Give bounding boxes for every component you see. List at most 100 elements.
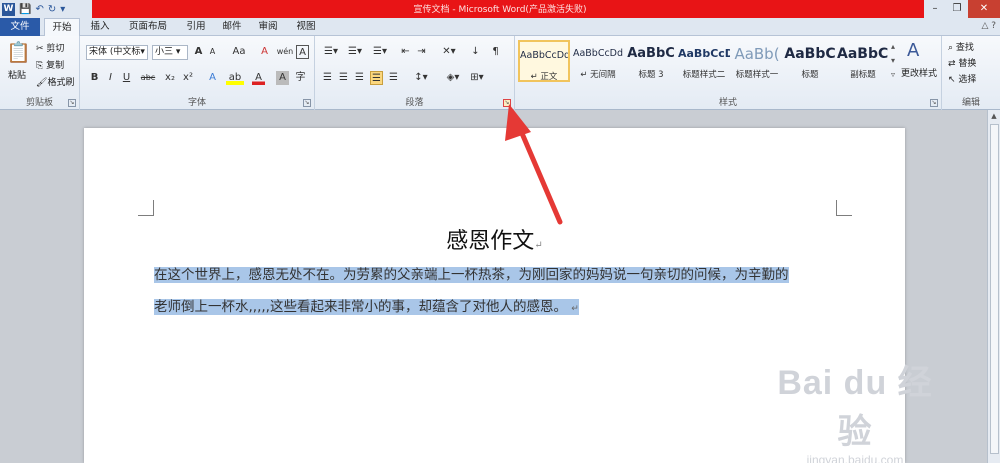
- minimize-icon[interactable]: –: [924, 0, 946, 18]
- line-spacing-icon[interactable]: ↕▾: [411, 71, 431, 85]
- highlight-button[interactable]: ab: [226, 71, 244, 85]
- char-shading-button[interactable]: A: [276, 71, 289, 85]
- style-subtitle[interactable]: AaBbC( 副标题: [837, 40, 889, 82]
- bold-button[interactable]: B: [88, 71, 101, 85]
- change-styles-button[interactable]: 更改样式: [901, 66, 937, 79]
- close-icon[interactable]: ✕: [968, 0, 1000, 18]
- increase-indent-icon[interactable]: ⇥: [415, 45, 428, 59]
- replace-icon: ⇄: [948, 59, 959, 69]
- style-title[interactable]: AaBbC 标题: [784, 40, 836, 82]
- gallery-scroll-icon[interactable]: ▴ ▾ ▿: [891, 40, 901, 82]
- format-painter-button[interactable]: 🖌格式刷: [36, 75, 74, 88]
- select-button[interactable]: ↖ 选择: [948, 72, 976, 85]
- body-paragraph-line[interactable]: 在这个世界上，感恩无处不在。为劳累的父亲端上一杯热茶，为刚回家的妈妈说一句亲切的…: [154, 266, 836, 284]
- paste-button[interactable]: 粘贴: [8, 68, 26, 81]
- replace-button[interactable]: ⇄ 替换: [948, 56, 976, 69]
- superscript-button[interactable]: x²: [180, 71, 196, 85]
- style-preview: AaBbCcDd: [520, 50, 568, 61]
- grow-font-button[interactable]: A: [192, 45, 205, 59]
- help-icon[interactable]: △ ?: [981, 21, 996, 31]
- align-center-icon[interactable]: ☰: [337, 71, 350, 85]
- scrollbar-thumb[interactable]: [990, 124, 999, 454]
- style-heading-style-2[interactable]: AaBbCcD 标题样式二: [678, 40, 730, 82]
- char-border-button[interactable]: A: [296, 45, 309, 59]
- style-heading-3[interactable]: AaBbC 标题 3: [625, 40, 677, 82]
- save-icon[interactable]: 💾: [19, 4, 31, 15]
- decrease-indent-icon[interactable]: ⇤: [399, 45, 412, 59]
- bullets-icon[interactable]: ☰▾: [321, 45, 341, 59]
- paragraph-launcher-icon[interactable]: ↘: [503, 99, 511, 107]
- style-heading-style-1[interactable]: AaBb( 标题样式一: [731, 40, 783, 82]
- shading-icon[interactable]: ◈▾: [443, 71, 463, 85]
- font-group: 宋体 (中文标▾ 小三 ▾ A A Aa A wén A B I U abc x…: [80, 36, 315, 110]
- undo-icon[interactable]: ↶: [35, 4, 43, 15]
- restore-icon[interactable]: ❐: [946, 0, 968, 18]
- italic-button[interactable]: I: [104, 71, 117, 85]
- font-color-button[interactable]: A: [252, 71, 265, 85]
- ribbon: 📋 粘贴 ✂ 剪切 ⎘ 复制 🖌格式刷 剪贴板 ↘ 宋体 (中文标▾ 小三 ▾ …: [0, 36, 1000, 110]
- shrink-font-button[interactable]: A: [206, 45, 219, 59]
- style-name: 标题 3: [638, 70, 664, 80]
- font-name-combo[interactable]: 宋体 (中文标▾: [86, 45, 148, 60]
- show-marks-icon[interactable]: ¶: [489, 45, 502, 59]
- watermark-logo: Bai du 经验: [777, 364, 933, 451]
- tab-review[interactable]: 审阅: [252, 18, 284, 36]
- font-group-label: 字体: [187, 98, 206, 108]
- window-controls: – ❐ ✕: [924, 0, 1000, 18]
- change-case-button[interactable]: Aa: [230, 45, 248, 59]
- font-launcher-icon[interactable]: ↘: [303, 99, 311, 107]
- document-title[interactable]: 感恩作文↵: [84, 223, 905, 255]
- selected-text[interactable]: 老师倒上一杯水,,,,,这些看起来非常小的事，却蕴含了对他人的感恩。 ↵: [154, 299, 579, 315]
- style-normal[interactable]: AaBbCcDd ↵ 正文: [518, 40, 570, 82]
- style-no-spacing[interactable]: AaBbCcDd ↵ 无间隔: [572, 40, 624, 82]
- chinese-layout-icon[interactable]: ✕▾: [439, 45, 459, 59]
- redo-icon[interactable]: ↻: [48, 4, 56, 15]
- strikethrough-button[interactable]: abc: [138, 71, 158, 85]
- clipboard-launcher-icon[interactable]: ↘: [68, 99, 76, 107]
- justify-icon[interactable]: ☰: [370, 71, 383, 85]
- text-effect-button[interactable]: A: [206, 71, 219, 85]
- style-name: 标题: [801, 70, 819, 80]
- tab-view[interactable]: 视图: [290, 18, 322, 36]
- tab-mailings[interactable]: 邮件: [216, 18, 248, 36]
- sort-icon[interactable]: ↓: [469, 45, 482, 59]
- scroll-up-icon[interactable]: ▲: [989, 112, 999, 122]
- paste-icon[interactable]: 📋: [6, 40, 31, 64]
- clear-format-button[interactable]: A: [258, 45, 271, 59]
- align-right-icon[interactable]: ☰: [353, 71, 366, 85]
- font-size-combo[interactable]: 小三 ▾: [152, 45, 188, 60]
- customize-icon[interactable]: ▾: [60, 4, 65, 15]
- cut-button[interactable]: ✂ 剪切: [36, 41, 64, 54]
- numbering-icon[interactable]: ☰▾: [345, 45, 365, 59]
- vertical-scrollbar[interactable]: ▲: [987, 110, 1000, 463]
- underline-button[interactable]: U: [120, 71, 133, 85]
- tab-insert[interactable]: 插入: [84, 18, 116, 36]
- change-styles-icon[interactable]: A: [907, 40, 919, 61]
- style-preview: AaBbCcDd: [572, 48, 624, 59]
- distributed-icon[interactable]: ☰: [387, 71, 400, 85]
- style-preview: AaBbCcD: [678, 47, 730, 60]
- subscript-button[interactable]: x₂: [162, 71, 178, 85]
- body-paragraph-line[interactable]: 老师倒上一杯水,,,,,这些看起来非常小的事，却蕴含了对他人的感恩。 ↵: [154, 298, 836, 318]
- find-button[interactable]: ⌕ 查找: [948, 40, 974, 53]
- paragraph-mark: ↵: [534, 240, 543, 251]
- enclose-char-button[interactable]: 字: [294, 71, 307, 85]
- tab-home[interactable]: 开始: [44, 18, 80, 36]
- word-logo-icon[interactable]: W: [2, 2, 15, 16]
- styles-launcher-icon[interactable]: ↘: [930, 99, 938, 107]
- clipboard-group: 📋 粘贴 ✂ 剪切 ⎘ 复制 🖌格式刷 剪贴板 ↘: [0, 36, 80, 110]
- style-name: ↵ 正文: [530, 72, 558, 82]
- selected-text[interactable]: 在这个世界上，感恩无处不在。为劳累的父亲端上一杯热茶，为刚回家的妈妈说一句亲切的…: [154, 267, 789, 283]
- baidu-watermark: Bai du 经验 jingyan.baidu.com: [760, 355, 950, 463]
- copy-button[interactable]: ⎘ 复制: [36, 58, 64, 71]
- multilevel-list-icon[interactable]: ☰▾: [369, 45, 391, 59]
- borders-icon[interactable]: ⊞▾: [467, 71, 487, 85]
- align-left-icon[interactable]: ☰: [321, 71, 334, 85]
- window-title: 宣传文档 - Microsoft Word(产品激活失败): [413, 5, 587, 15]
- tab-file[interactable]: 文件: [0, 18, 40, 36]
- watermark-url: jingyan.baidu.com: [806, 453, 904, 463]
- tab-page-layout[interactable]: 页面布局: [122, 18, 174, 36]
- tab-references[interactable]: 引用: [180, 18, 212, 36]
- phonetic-guide-button[interactable]: wén: [276, 45, 294, 59]
- copy-icon: ⎘: [36, 61, 47, 71]
